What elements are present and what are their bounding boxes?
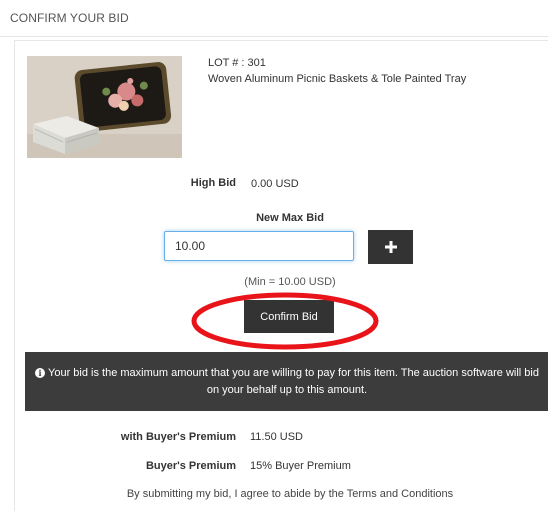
- lot-thumbnail[interactable]: [27, 56, 182, 158]
- terms-text: By submitting my bid, I agree to abide b…: [126, 488, 454, 500]
- increase-bid-button[interactable]: [368, 230, 413, 264]
- high-bid-label: High Bid: [190, 177, 236, 189]
- max-bid-input[interactable]: [164, 231, 354, 261]
- dialog-header: CONFIRM YOUR BID: [0, 0, 548, 37]
- high-bid-value: 0.00 USD: [251, 178, 299, 190]
- lot-title: Woven Aluminum Picnic Baskets & Tole Pai…: [208, 73, 467, 85]
- buyers-premium-label: Buyer's Premium: [145, 460, 236, 472]
- plus-icon: [384, 241, 397, 253]
- confirm-bid-button[interactable]: Confirm Bid: [244, 300, 334, 333]
- with-premium-value: 11.50 USD: [250, 431, 303, 443]
- lot-number: LOT # : 301: [208, 57, 266, 69]
- lot-image: [27, 56, 182, 158]
- info-icon: i: [35, 368, 46, 378]
- max-bid-notice: i Your bid is the maximum amount that you…: [25, 352, 548, 411]
- notice-text: Your bid is the maximum amount that you …: [48, 367, 539, 396]
- new-max-bid-label: New Max Bid: [256, 212, 324, 224]
- dialog-title: CONFIRM YOUR BID: [10, 11, 129, 25]
- buyers-premium-value: 15% Buyer Premium: [250, 460, 351, 472]
- min-bid-note: (Min = 10.00 USD): [244, 276, 336, 288]
- with-premium-label: with Buyer's Premium: [120, 431, 236, 443]
